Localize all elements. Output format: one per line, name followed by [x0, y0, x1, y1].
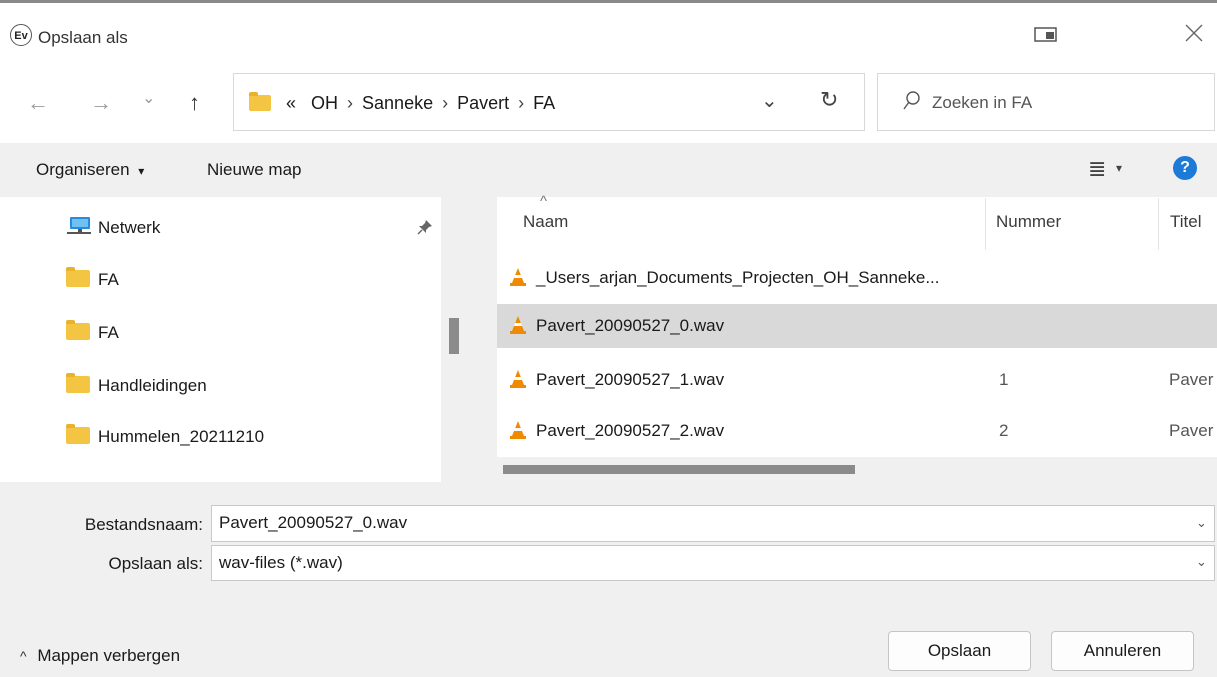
folder-icon — [66, 267, 90, 287]
new-folder-button[interactable]: Nieuwe map — [207, 160, 302, 180]
up-button[interactable]: ↑ — [189, 90, 200, 116]
organize-button[interactable]: Organiseren ▾ — [36, 160, 144, 180]
save-as-type-label: Opslaan als: — [108, 554, 204, 573]
cancel-button[interactable]: Annuleren — [1051, 631, 1194, 671]
breadcrumb-item[interactable]: Pavert — [457, 93, 509, 113]
file-type-select[interactable]: wav-files (*.wav) ⌄ — [211, 545, 1215, 581]
network-icon — [66, 216, 92, 234]
forward-button[interactable]: → — [90, 90, 112, 116]
file-name: Pavert_20090527_1.wav — [536, 370, 725, 389]
file-row[interactable]: Pavert_20090527_2.wav 2 Paver — [497, 409, 1217, 453]
file-row-selected[interactable]: Pavert_20090527_0.wav — [497, 304, 1217, 348]
app-icon: Ev — [10, 24, 32, 46]
folder-icon — [249, 92, 271, 111]
file-name: Pavert_20090527_0.wav — [536, 316, 725, 335]
sidebar-item-label: Handleidingen — [98, 376, 207, 395]
folder-icon — [66, 320, 90, 340]
refresh-icon[interactable]: ↻ — [820, 87, 838, 113]
sidebar-item-label: FA — [98, 270, 119, 289]
file-row[interactable]: _Users_arjan_Documents_Projecten_OH_Sann… — [497, 256, 1217, 300]
horizontal-scrollbar-thumb[interactable] — [503, 465, 855, 474]
vlc-file-icon — [510, 370, 526, 388]
filename-label: Bestandsnaam: — [84, 515, 203, 534]
sidebar-item-fa[interactable]: FA — [66, 320, 119, 343]
column-divider[interactable] — [1158, 198, 1159, 250]
window-top-border — [0, 0, 1217, 3]
sidebar-item-handleidingen[interactable]: Handleidingen — [66, 373, 207, 396]
window-title: Opslaan als — [38, 28, 128, 47]
column-header-name[interactable]: Naam — [523, 212, 568, 232]
file-title: Paver — [1169, 370, 1214, 389]
file-title: Paver — [1169, 421, 1214, 440]
file-name: _Users_arjan_Documents_Projecten_OH_Sann… — [536, 268, 940, 287]
breadcrumb-item[interactable]: Sanneke — [362, 93, 433, 113]
sidebar-item-fa[interactable]: FA — [66, 267, 119, 290]
pin-icon[interactable] — [417, 219, 433, 240]
breadcrumb-item[interactable]: FA — [533, 93, 555, 113]
search-box[interactable]: Zoeken in FA — [877, 73, 1215, 131]
sidebar-item-netwerk[interactable]: Netwerk — [66, 216, 160, 238]
column-header-number[interactable]: Nummer — [996, 212, 1061, 232]
chevron-down-icon[interactable]: ⌄ — [1196, 554, 1207, 570]
chevron-down-icon: ▾ — [138, 164, 145, 178]
breadcrumb-separator[interactable]: › — [442, 93, 448, 113]
filename-value: Pavert_20090527_0.wav — [219, 513, 408, 532]
vlc-file-icon — [510, 316, 526, 334]
search-icon — [902, 90, 922, 117]
back-button[interactable]: ← — [27, 90, 49, 116]
recent-locations-button[interactable]: ⌄ — [142, 88, 155, 108]
folder-icon — [66, 424, 90, 444]
file-name: Pavert_20090527_2.wav — [536, 421, 725, 440]
close-icon[interactable] — [1183, 22, 1205, 50]
file-number: 2 — [999, 421, 1009, 440]
breadcrumb-separator[interactable]: › — [518, 93, 524, 113]
folder-icon — [66, 373, 90, 393]
save-button[interactable]: Opslaan — [888, 631, 1031, 671]
sort-ascending-icon: ^ — [540, 193, 548, 210]
sidebar-item-label: Hummelen_20211210 — [98, 427, 265, 446]
address-dropdown-icon[interactable]: ⌄ — [761, 88, 778, 113]
sidebar-item-label: FA — [98, 323, 119, 342]
compact-overlay-icon[interactable] — [1034, 26, 1058, 50]
organize-label: Organiseren — [36, 160, 130, 179]
hide-folders-label: Mappen verbergen — [37, 646, 181, 665]
pane-divider[interactable] — [469, 197, 497, 482]
search-placeholder: Zoeken in FA — [932, 93, 1033, 112]
chevron-down-icon[interactable]: ⌄ — [1196, 515, 1207, 531]
file-type-value: wav-files (*.wav) — [219, 553, 343, 572]
vlc-file-icon — [510, 268, 526, 286]
breadcrumb-separator[interactable]: › — [347, 93, 353, 113]
chevron-up-icon: ^ — [20, 648, 27, 664]
view-options-icon[interactable]: ≣ — [1088, 156, 1106, 182]
filename-input[interactable]: Pavert_20090527_0.wav ⌄ — [211, 505, 1215, 542]
sidebar-scrollbar-thumb[interactable] — [449, 318, 459, 354]
column-header-title[interactable]: Titel — [1170, 212, 1202, 232]
address-bar[interactable]: « OH › Sanneke › Pavert › FA ⌄ ↻ — [233, 73, 865, 131]
column-divider[interactable] — [985, 198, 986, 250]
breadcrumb-overflow[interactable]: « — [286, 93, 296, 113]
hide-folders-button[interactable]: ^ Mappen verbergen — [20, 646, 180, 666]
breadcrumb-item[interactable]: OH — [311, 93, 338, 113]
help-button[interactable]: ? — [1173, 156, 1197, 180]
sidebar-item-label: Netwerk — [98, 218, 161, 237]
file-row[interactable]: Pavert_20090527_1.wav 1 Paver — [497, 358, 1217, 402]
sidebar-item-hummelen[interactable]: Hummelen_20211210 — [66, 424, 265, 447]
breadcrumb: « OH › Sanneke › Pavert › FA — [286, 93, 555, 114]
file-number: 1 — [999, 370, 1009, 389]
command-bar: Organiseren ▾ Nieuwe map ≣ ▾ ? — [0, 143, 1217, 197]
view-options-chevron-icon[interactable]: ▾ — [1116, 161, 1122, 175]
vlc-file-icon — [510, 421, 526, 439]
